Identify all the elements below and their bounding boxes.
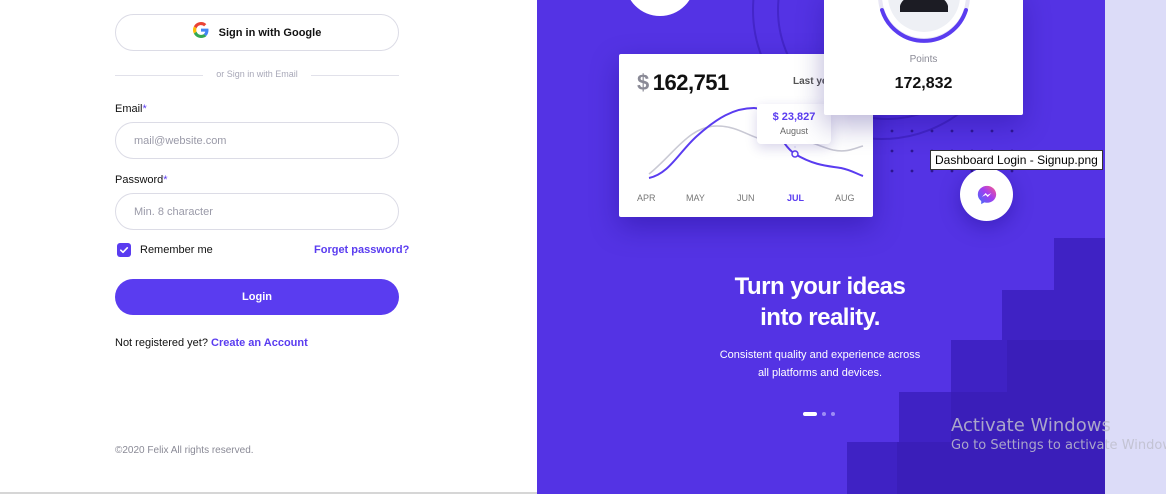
- month-label-active: JUL: [787, 193, 805, 203]
- messenger-bubble[interactable]: [960, 168, 1013, 221]
- password-field[interactable]: [115, 193, 399, 230]
- month-label: MAY: [686, 193, 705, 203]
- chart-marker-dot: [791, 150, 799, 158]
- hero-headline: Turn your ideas into reality.: [687, 271, 953, 333]
- pager-dot[interactable]: [831, 412, 835, 416]
- month-axis: APR MAY JUN JUL AUG: [619, 193, 873, 205]
- tooltip-value: $ 23,827: [772, 111, 816, 123]
- points-label: Points: [909, 54, 938, 65]
- register-prompt: Not registered yet? Create an Account: [115, 337, 308, 349]
- forget-password-link[interactable]: Forget password?: [314, 244, 409, 256]
- subtext-line-1: Consistent quality and experience across: [719, 349, 921, 361]
- remember-checkbox[interactable]: [117, 243, 131, 257]
- google-signin-label: Sign in with Google: [218, 26, 322, 39]
- hero-subtext: Consistent quality and experience across…: [707, 346, 933, 382]
- points-card: Points 172,832: [824, 0, 1023, 115]
- check-icon: [120, 247, 129, 254]
- or-divider: or Sign in with Email: [115, 69, 399, 81]
- chart-tooltip: $ 23,827 August: [757, 104, 831, 144]
- email-field[interactable]: [115, 122, 399, 159]
- points-value: 172,832: [894, 75, 953, 92]
- remember-me[interactable]: Remember me: [117, 243, 213, 257]
- password-required-marker: *: [163, 174, 168, 186]
- remember-label: Remember me: [140, 244, 213, 256]
- headline-line-2: into reality.: [760, 304, 880, 331]
- pager-dot-active[interactable]: [803, 412, 817, 416]
- month-label: AUG: [835, 193, 855, 203]
- password-label-text: Password: [115, 174, 164, 186]
- login-button[interactable]: Login: [115, 279, 399, 315]
- showcase-panel: $162,751 Last year $ 23,827 August APR M…: [537, 0, 1105, 494]
- email-required-marker: *: [142, 103, 147, 115]
- email-label: Email*: [115, 103, 147, 115]
- pager-dot[interactable]: [822, 412, 826, 416]
- password-label: Password*: [115, 174, 168, 186]
- subtext-line-2: all platforms and devices.: [757, 367, 883, 379]
- copyright-text: ©2020 Felix All rights reserved.: [115, 445, 254, 456]
- tooltip-month: August: [779, 126, 809, 136]
- month-label: APR: [637, 193, 656, 203]
- create-account-link[interactable]: Create an Account: [211, 337, 308, 349]
- divider-line-right: [311, 75, 399, 76]
- google-icon: [192, 22, 209, 43]
- email-label-text: Email: [115, 103, 143, 115]
- divider-text: or Sign in with Email: [216, 69, 298, 79]
- messenger-icon: [977, 185, 996, 204]
- login-panel: Sign in with Google or Sign in with Emai…: [0, 0, 537, 494]
- points-avatar-ring: [878, 0, 970, 43]
- file-name-tooltip: Dashboard Login - Signup.png: [930, 150, 1103, 170]
- right-edge-strip: [1105, 0, 1166, 494]
- month-label: JUN: [737, 193, 755, 203]
- carousel-pager: [803, 412, 835, 416]
- register-prompt-text: Not registered yet?: [115, 337, 208, 349]
- headline-line-1: Turn your ideas: [734, 273, 906, 300]
- google-signin-button[interactable]: Sign in with Google: [115, 14, 399, 51]
